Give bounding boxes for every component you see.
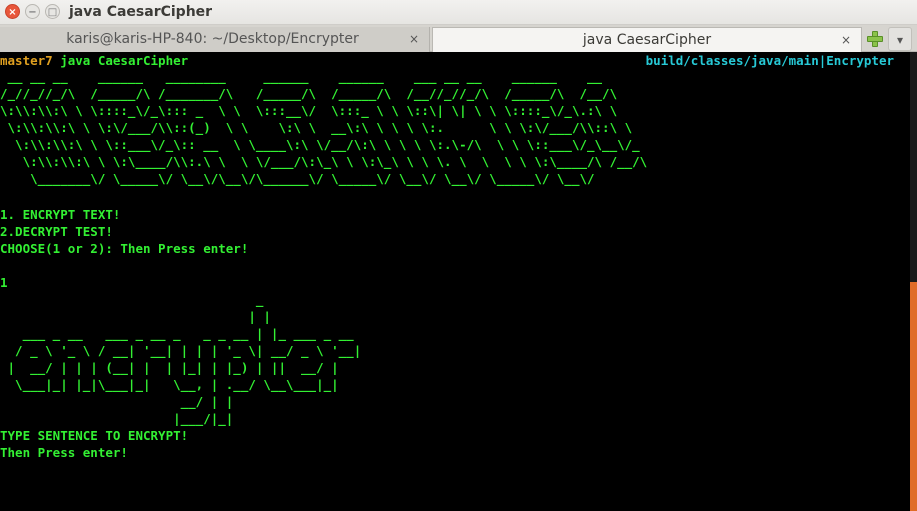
instruction-press-enter: Then Press enter! bbox=[0, 445, 128, 460]
tab-label: karis@karis-HP-840: ~/Desktop/Encrypter bbox=[66, 31, 359, 47]
window-minimize-button[interactable]: − bbox=[25, 4, 40, 19]
working-directory: build/classes/java/main|Encrypter bbox=[646, 53, 894, 68]
prompt-branch: master bbox=[0, 53, 46, 68]
banner-line: \:\\:\\:\ \ \:\____/\\:.\ \ \ \/___/\:\_… bbox=[0, 154, 648, 169]
prompt-command: java CaesarCipher bbox=[52, 53, 189, 68]
path-prefix: build/classes/java/main| bbox=[645, 53, 827, 68]
figlet-line: \___|_| |_|\___|_| \__, | .__/ \__\___|_… bbox=[0, 377, 339, 392]
tab-bar: karis@karis-HP-840: ~/Desktop/Encrypter … bbox=[0, 25, 917, 52]
tab-close-icon[interactable]: × bbox=[841, 33, 851, 47]
scrollbar-thumb[interactable] bbox=[910, 282, 917, 511]
prompt-marker: 7 bbox=[45, 53, 53, 68]
terminal-output[interactable]: master7 java CaesarCipher build/classes/… bbox=[0, 52, 910, 511]
banner-line: \:\\:\\:\ \ \::___\/_\:: __ \ \____\:\ \… bbox=[0, 137, 640, 152]
figlet-line: |___/|_| bbox=[0, 411, 234, 426]
menu-option-decrypt: 2.DECRYPT TEST! bbox=[0, 224, 113, 239]
tab-close-icon[interactable]: × bbox=[409, 32, 419, 46]
figlet-line: | | bbox=[0, 309, 271, 324]
figlet-line: | __/ | | | (__| | | |_| | |_) | || __/ … bbox=[0, 360, 339, 375]
window-maximize-button[interactable]: □ bbox=[45, 4, 60, 19]
figlet-line: __/ | | bbox=[0, 394, 234, 409]
banner-line: \_______\/ \_____\/ \__\/\__\/\______\/ … bbox=[0, 171, 595, 186]
window-title: java CaesarCipher bbox=[69, 4, 213, 20]
window-titlebar: × − □ java CaesarCipher bbox=[0, 0, 917, 25]
menu-choose-prompt: CHOOSE(1 or 2): Then Press enter! bbox=[0, 241, 249, 256]
prompt-line: master7 java CaesarCipher bbox=[0, 52, 188, 69]
menu-option-encrypt: 1. ENCRYPT TEXT! bbox=[0, 207, 121, 222]
banner-line: /_//_//_/\ /_____/\ /_______/\ /_____/\ … bbox=[0, 86, 618, 101]
new-tab-plus-icon[interactable] bbox=[866, 30, 884, 48]
window-close-button[interactable]: × bbox=[5, 4, 20, 19]
figlet-line: _ bbox=[0, 292, 264, 307]
banner-line: \:\\:\\:\ \ \:\/___/\\::(_) \ \ \:\ \ __… bbox=[0, 120, 633, 135]
user-input-line: 1 bbox=[0, 275, 8, 290]
instruction-type-sentence: TYPE SENTENCE TO ENCRYPT! bbox=[0, 428, 189, 443]
path-current-dir: Encrypter bbox=[826, 53, 894, 68]
tab-shell[interactable]: karis@karis-HP-840: ~/Desktop/Encrypter … bbox=[0, 27, 430, 52]
figlet-line: ___ _ __ ___ _ __ _ _ _ __ | |_ ___ _ __ bbox=[0, 326, 354, 341]
banner-line: \:\\:\\:\ \ \::::_\/_\::: _ \ \ \:::__\/… bbox=[0, 103, 618, 118]
tab-java-caesarcipher[interactable]: java CaesarCipher × bbox=[432, 27, 862, 52]
figlet-line: / _ \ '_ \ / __| '__| | | | '_ \| __/ _ … bbox=[0, 343, 362, 358]
tab-label: java CaesarCipher bbox=[582, 32, 712, 48]
banner-line: __ __ __ ______ ________ ______ ______ _… bbox=[0, 69, 603, 84]
tab-menu-dropdown-icon[interactable]: ▾ bbox=[888, 27, 912, 51]
